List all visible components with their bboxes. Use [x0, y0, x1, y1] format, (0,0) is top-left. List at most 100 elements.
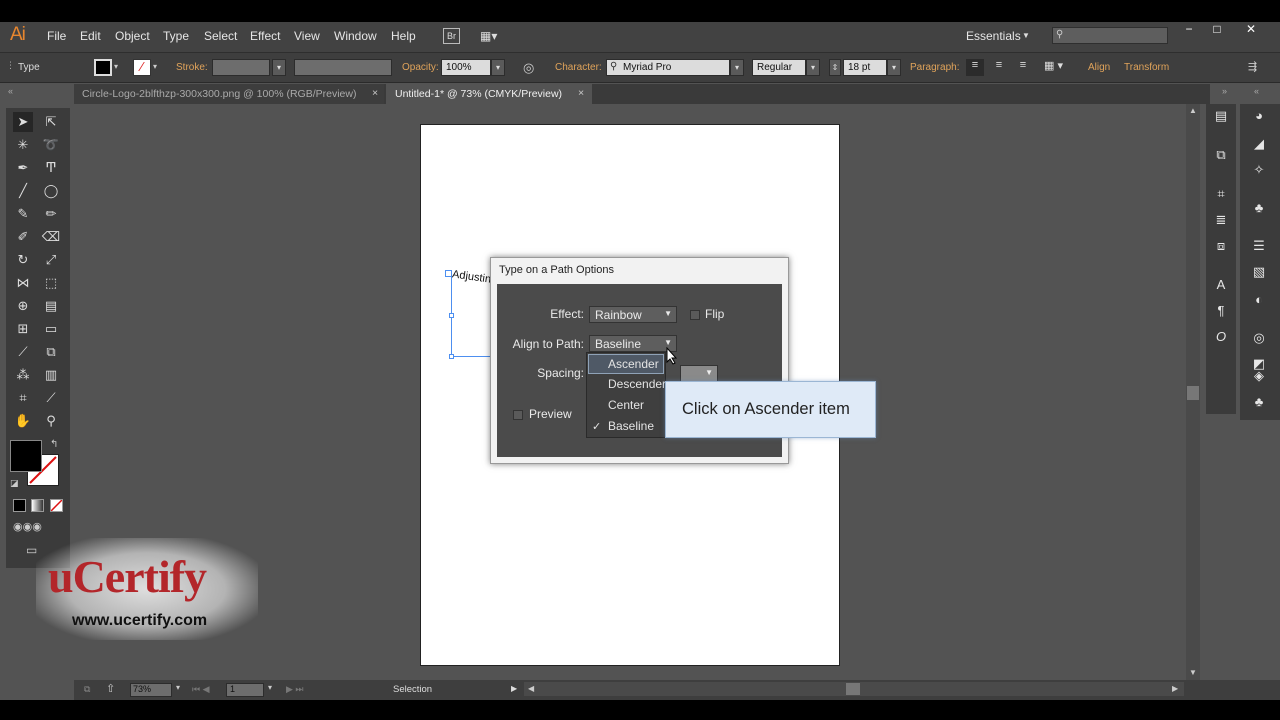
character-icon[interactable]: A	[1211, 275, 1231, 295]
selected-path[interactable]	[451, 274, 491, 357]
scroll-down-icon[interactable]: ▼	[1189, 668, 1197, 677]
recolor-icon[interactable]: ◎	[523, 60, 534, 76]
fill-swatch[interactable]	[94, 59, 112, 76]
artboards-icon[interactable]: ⧉	[1211, 145, 1231, 165]
arrange-documents-icon[interactable]: ▦▾	[480, 29, 502, 43]
mesh-tool-icon[interactable]: ⊞	[13, 319, 33, 339]
help-search-input[interactable]: ⚲	[1052, 27, 1168, 44]
paragraph-label[interactable]: Paragraph:	[910, 62, 959, 73]
opentype-icon[interactable]: O	[1211, 327, 1231, 347]
pencil-tool-icon[interactable]: ✏	[41, 204, 61, 224]
hand-tool-icon[interactable]: ✋	[13, 411, 33, 431]
shape-builder-tool-icon[interactable]: ⊕	[13, 296, 33, 316]
pathfinder-icon[interactable]: ⧈	[1211, 236, 1231, 256]
graph-tool-icon[interactable]: ▥	[41, 365, 61, 385]
navigator-icon[interactable]: ⧉	[84, 684, 104, 696]
lasso-tool-icon[interactable]: ➰	[41, 135, 61, 155]
status-menu-icon[interactable]: ▶	[511, 684, 517, 693]
scroll-thumb[interactable]	[1187, 386, 1199, 400]
spacing-field[interactable]: ▼	[680, 365, 718, 382]
anchor-point[interactable]	[449, 313, 454, 318]
collapse-icon[interactable]: «	[8, 86, 13, 96]
default-colors-icon[interactable]: ◪	[10, 478, 19, 489]
perspective-grid-tool-icon[interactable]: ▤	[41, 296, 61, 316]
variable-width-profile[interactable]	[294, 59, 392, 76]
close-icon[interactable]: ×	[578, 87, 584, 99]
menu-effect[interactable]: Effect	[250, 29, 280, 43]
opacity-field[interactable]: 100%	[441, 59, 491, 76]
appearance-icon[interactable]: ◎	[1249, 328, 1269, 348]
paragraph-icon[interactable]: ¶	[1211, 301, 1231, 321]
menu-select[interactable]: Select	[204, 29, 237, 43]
gradient-icon[interactable]: ▧	[1249, 262, 1269, 282]
last-artboard-icon[interactable]: ▶ ⏭	[286, 684, 304, 695]
magic-wand-tool-icon[interactable]: ✳	[13, 135, 33, 155]
preview-checkbox[interactable]	[513, 410, 523, 420]
align-center-icon[interactable]: ≡	[990, 59, 1008, 76]
artboard-tool-icon[interactable]: ⌗	[13, 388, 33, 408]
transform-link[interactable]: Transform	[1124, 62, 1169, 73]
tab-circle-logo[interactable]: Circle-Logo-2blfthzp-300x300.png @ 100% …	[74, 84, 384, 104]
stroke-label[interactable]: Stroke:	[176, 62, 208, 73]
opacity-label[interactable]: Opacity:	[402, 62, 439, 73]
align-left-icon[interactable]: ≡	[966, 59, 984, 76]
pen-tool-icon[interactable]: ✒	[13, 158, 33, 178]
slice-tool-icon[interactable]: ⟋	[41, 388, 61, 408]
anchor-point[interactable]	[449, 354, 454, 359]
swap-icon[interactable]: ↰	[50, 439, 58, 450]
artboard-dropdown[interactable]: ▾	[264, 683, 276, 697]
horizontal-scrollbar[interactable]: ◀ ▶	[524, 682, 1184, 696]
maximize-button[interactable]: □	[1204, 22, 1230, 38]
stroke-weight-dropdown[interactable]: ▾	[272, 59, 286, 76]
scroll-up-icon[interactable]: ▲	[1189, 106, 1197, 115]
character-label[interactable]: Character:	[555, 62, 602, 73]
workspace-switcher[interactable]: Essentials	[966, 29, 1021, 43]
selection-tool-icon[interactable]: ➤	[13, 112, 33, 132]
scroll-right-icon[interactable]: ▶	[1172, 684, 1178, 693]
status-tool-label[interactable]: Selection	[393, 684, 432, 695]
scroll-left-icon[interactable]: ◀	[528, 684, 534, 693]
minimize-button[interactable]: −	[1176, 22, 1202, 38]
rotate-tool-icon[interactable]: ↻	[13, 250, 33, 270]
free-transform-tool-icon[interactable]: ⬚	[41, 273, 61, 293]
brushes-icon[interactable]: ♣	[1249, 198, 1269, 218]
menu-view[interactable]: View	[294, 29, 320, 43]
collapse-icon[interactable]: »	[1222, 86, 1227, 96]
export-icon[interactable]: ⇧	[106, 682, 115, 695]
gradient-mode-icon[interactable]	[31, 499, 44, 512]
menu-help[interactable]: Help	[391, 29, 416, 43]
menu-edit[interactable]: Edit	[80, 29, 101, 43]
flip-checkbox[interactable]	[690, 310, 700, 320]
swatches-icon[interactable]: ✧	[1249, 160, 1269, 180]
first-artboard-icon[interactable]: ⏮ ◀	[192, 684, 210, 695]
layers-icon[interactable]: ◈	[1249, 366, 1269, 386]
line-tool-icon[interactable]: ╱	[13, 181, 33, 201]
dropdown-item-center[interactable]: Center	[608, 398, 644, 412]
artboard-number-field[interactable]: 1	[226, 683, 264, 697]
gradient-tool-icon[interactable]: ▭	[41, 319, 61, 339]
close-button[interactable]: ✕	[1238, 22, 1264, 38]
font-style-dropdown[interactable]: ▾	[806, 59, 820, 76]
color-icon[interactable]: ◕	[1249, 106, 1269, 126]
font-style-field[interactable]: Regular	[752, 59, 806, 76]
stroke-weight-field[interactable]	[212, 59, 270, 76]
zoom-level-field[interactable]: 73%	[130, 683, 172, 697]
dropdown-item-baseline[interactable]: Baseline	[608, 419, 654, 433]
font-size-stepper[interactable]: ⇕	[829, 59, 841, 76]
font-size-dropdown[interactable]: ▾	[887, 59, 901, 76]
zoom-tool-icon[interactable]: ⚲	[41, 411, 61, 431]
direct-selection-tool-icon[interactable]: ⇱	[41, 112, 61, 132]
bridge-button[interactable]: Br	[443, 28, 460, 44]
chevron-down-icon[interactable]: ▾	[114, 62, 118, 71]
blend-tool-icon[interactable]: ⧉	[41, 342, 61, 362]
font-family-field[interactable]: Myriad Pro	[606, 59, 730, 76]
chevron-down-icon[interactable]: ▾	[153, 62, 157, 71]
symbol-sprayer-tool-icon[interactable]: ⁂	[13, 365, 33, 385]
paintbrush-tool-icon[interactable]: ✎	[13, 204, 33, 224]
transparency-icon[interactable]: ◐	[1249, 290, 1269, 310]
effect-select[interactable]: Rainbow ▼	[589, 306, 677, 323]
transform-icon[interactable]: ⌗	[1211, 184, 1231, 204]
blob-brush-tool-icon[interactable]: ✐	[13, 227, 33, 247]
align-to-path-select[interactable]: Baseline ▼	[589, 335, 677, 352]
type-tool-icon[interactable]: Ͳ	[41, 158, 61, 178]
